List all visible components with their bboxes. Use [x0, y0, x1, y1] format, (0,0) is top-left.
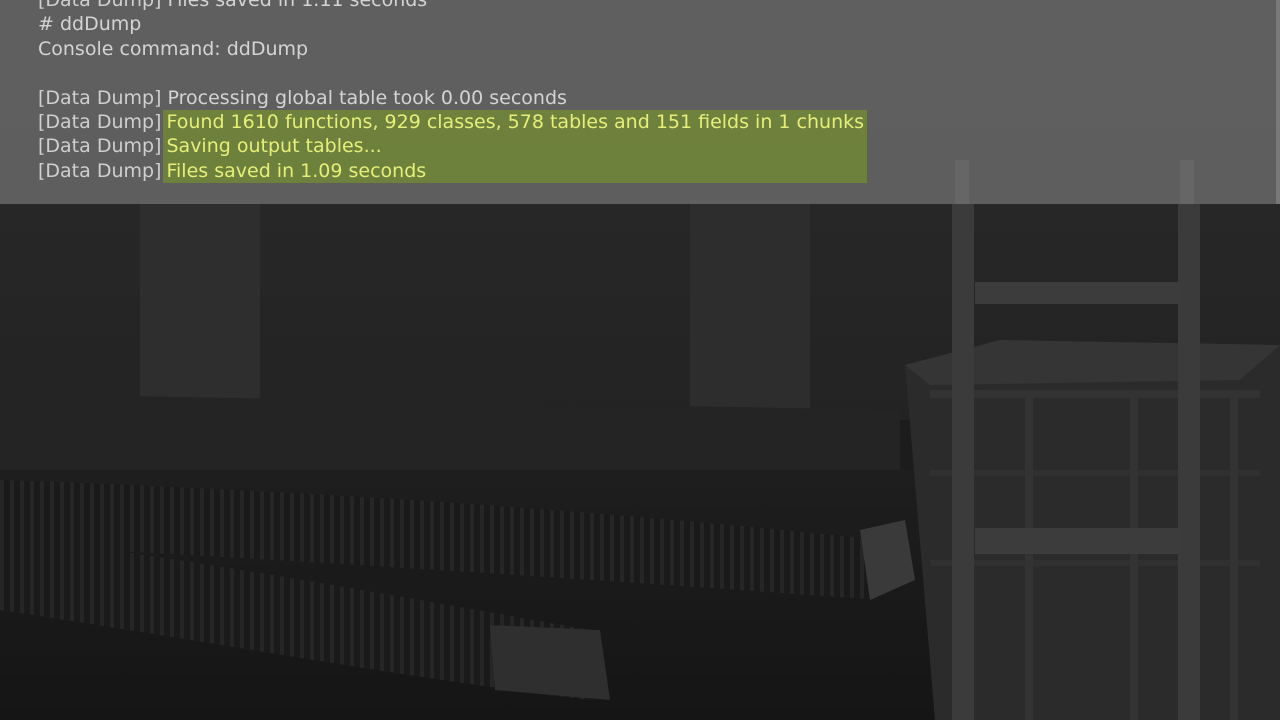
console-line: [Data Dump] Processing global table took… — [38, 86, 1238, 110]
log-message: Console command: ddDump — [38, 37, 309, 60]
console-line-highlighted: [Data Dump] Found 1610 functions, 929 cla… — [38, 109, 1238, 135]
log-message-highlighted: Saving output tables... — [163, 134, 868, 159]
console-line: Console command: ddDump — [38, 37, 1238, 61]
console-line: [Data Dump] Files saved in 1.11 seconds — [38, 0, 1238, 12]
ledge — [0, 395, 900, 480]
console-line: # ddDump — [38, 12, 1238, 36]
log-prefix: [Data Dump] — [38, 86, 162, 109]
console-output: [Data Dump] Files saved in 1.11 seconds … — [38, 0, 1238, 184]
ladder-rung-1 — [975, 282, 1180, 304]
console-scrollbar[interactable] — [1276, 0, 1280, 204]
console-line-highlighted: [Data Dump] Saving output tables... — [38, 134, 1238, 159]
console-line-highlighted: [Data Dump] Files saved in 1.09 seconds — [38, 158, 1238, 184]
log-message-highlighted: Files saved in 1.09 seconds — [163, 158, 868, 184]
log-prefix: [Data Dump] — [38, 110, 162, 133]
log-message-highlighted: Found 1610 functions, 929 classes, 578 t… — [163, 109, 868, 135]
log-message: # ddDump — [38, 13, 142, 36]
game-viewport: [Data Dump] Files saved in 1.11 seconds … — [0, 0, 1280, 720]
console-line-blank — [38, 61, 1238, 85]
hose-end-lower — [490, 625, 610, 700]
developer-console: [Data Dump] Files saved in 1.11 seconds … — [0, 0, 1280, 204]
log-message: Processing global table took 0.00 second… — [167, 86, 567, 109]
log-prefix: [Data Dump] — [38, 135, 162, 158]
pillar-left — [140, 200, 260, 410]
ladder-rung-2 — [975, 528, 1180, 554]
log-prefix: [Data Dump] — [38, 159, 162, 182]
ladder-rail-left — [952, 204, 974, 720]
ladder-rail-right — [1178, 204, 1200, 720]
log-message: Files saved in 1.11 seconds — [167, 0, 428, 11]
log-prefix: [Data Dump] — [38, 0, 162, 11]
